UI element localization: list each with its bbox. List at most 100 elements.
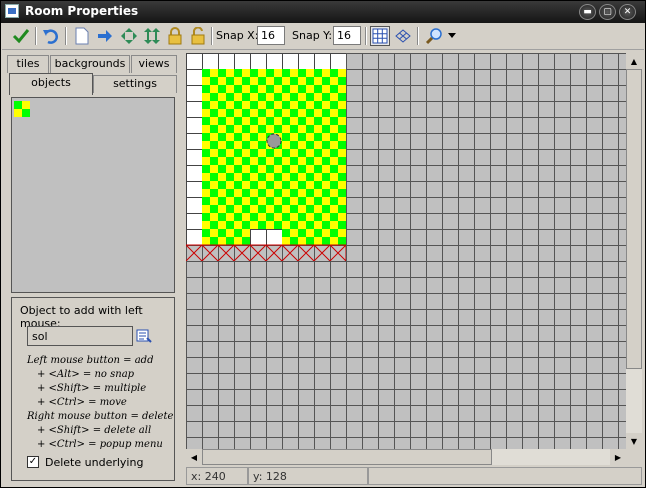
sol-object-instance[interactable] <box>314 181 330 197</box>
sol-object-instance[interactable] <box>282 165 298 181</box>
sol-object-instance[interactable] <box>250 197 266 213</box>
sol-object-instance[interactable] <box>314 229 330 245</box>
unlock-icon[interactable] <box>188 26 208 46</box>
sol-object-instance[interactable] <box>266 181 282 197</box>
sol-object-instance[interactable] <box>314 213 330 229</box>
sol-object-instance[interactable] <box>330 69 346 85</box>
sol-object-instance[interactable] <box>330 85 346 101</box>
sol-object-instance[interactable] <box>266 197 282 213</box>
scroll-right-button[interactable]: ▶ <box>610 449 626 465</box>
sol-object-instance[interactable] <box>298 133 314 149</box>
sol-object-instance[interactable] <box>314 69 330 85</box>
scroll-left-button[interactable]: ◀ <box>186 449 202 465</box>
sol-object-instance[interactable] <box>218 149 234 165</box>
sol-object-instance[interactable] <box>250 133 266 149</box>
sol-object-instance[interactable] <box>314 165 330 181</box>
sol-object-instance[interactable] <box>202 69 218 85</box>
sol-object-instance[interactable] <box>330 101 346 117</box>
sol-object-instance[interactable] <box>218 117 234 133</box>
sol-object-instance[interactable] <box>234 69 250 85</box>
sol-object-instance[interactable] <box>250 117 266 133</box>
sol-object-instance[interactable] <box>282 133 298 149</box>
sol-object-instance[interactable] <box>202 149 218 165</box>
sol-object-instance[interactable] <box>250 85 266 101</box>
sol-object-instance[interactable] <box>282 117 298 133</box>
scroll-up-button[interactable]: ▲ <box>626 53 642 69</box>
sol-object-instance[interactable] <box>250 69 266 85</box>
sol-object-instance[interactable] <box>234 101 250 117</box>
sol-object-instance[interactable] <box>234 149 250 165</box>
sol-object-instance[interactable] <box>202 213 218 229</box>
sol-object-instance[interactable] <box>234 85 250 101</box>
sol-object-instance[interactable] <box>234 197 250 213</box>
lock-icon[interactable] <box>165 26 185 46</box>
sol-object-instance[interactable] <box>282 69 298 85</box>
delete-underlying-checkbox[interactable]: ✓ <box>27 456 39 468</box>
sol-object-instance[interactable] <box>202 85 218 101</box>
clear-icon[interactable] <box>72 26 92 46</box>
sol-object-instance[interactable] <box>314 133 330 149</box>
sol-object-instance[interactable] <box>330 117 346 133</box>
sol-object-instance[interactable] <box>282 197 298 213</box>
sol-object-instance[interactable] <box>266 69 282 85</box>
sol-object-instance[interactable] <box>298 213 314 229</box>
horizontal-scrollbar[interactable]: ◀ ▶ <box>186 449 626 465</box>
undo-icon[interactable] <box>41 26 61 46</box>
tab-views[interactable]: views <box>131 55 177 73</box>
sol-object-instance[interactable] <box>330 149 346 165</box>
sol-object-instance[interactable] <box>314 101 330 117</box>
sol-object-instance[interactable] <box>298 101 314 117</box>
sol-object-instance[interactable] <box>250 165 266 181</box>
placed-objects-layer[interactable] <box>186 53 346 261</box>
snap-x-input[interactable]: 16 <box>257 26 285 45</box>
sol-object-instance[interactable] <box>202 133 218 149</box>
zoom-icon[interactable] <box>424 26 444 46</box>
sol-object-instance[interactable] <box>234 165 250 181</box>
sol-object-instance[interactable] <box>218 101 234 117</box>
sol-object-instance[interactable] <box>266 213 282 229</box>
sol-object-instance[interactable] <box>330 165 346 181</box>
sol-object-instance[interactable] <box>330 197 346 213</box>
sol-object-instance[interactable] <box>330 213 346 229</box>
sol-object-instance[interactable] <box>218 197 234 213</box>
sol-object-instance[interactable] <box>218 181 234 197</box>
sol-object-instance[interactable] <box>282 85 298 101</box>
sol-object-instance[interactable] <box>314 117 330 133</box>
shift-icon[interactable] <box>95 26 115 46</box>
maximize-button[interactable]: ▢ <box>599 4 616 20</box>
sol-object-instance[interactable] <box>298 181 314 197</box>
sol-object-instance[interactable] <box>202 229 218 245</box>
grid-icon[interactable] <box>370 26 390 46</box>
vertical-scrollbar[interactable]: ▲ ▼ <box>626 53 642 449</box>
object-thumbnail[interactable] <box>14 101 30 117</box>
sol-object-instance[interactable] <box>298 229 314 245</box>
tab-settings[interactable]: settings <box>93 75 177 93</box>
sol-object-instance[interactable] <box>314 85 330 101</box>
sol-object-instance[interactable] <box>218 229 234 245</box>
snap-y-input[interactable]: 16 <box>333 26 361 45</box>
sol-object-instance[interactable] <box>218 69 234 85</box>
sol-object-instance[interactable] <box>250 101 266 117</box>
spread-horizontal-icon[interactable] <box>119 26 139 46</box>
sol-object-instance[interactable] <box>298 149 314 165</box>
sol-object-instance[interactable] <box>298 69 314 85</box>
sol-object-instance[interactable] <box>298 197 314 213</box>
sol-object-instance[interactable] <box>298 85 314 101</box>
sol-object-instance[interactable] <box>202 181 218 197</box>
sol-object-instance[interactable] <box>298 165 314 181</box>
vertical-scroll-thumb[interactable] <box>626 69 642 369</box>
sol-object-instance[interactable] <box>250 181 266 197</box>
object-list[interactable] <box>11 97 175 293</box>
object-menu-icon[interactable] <box>136 328 152 344</box>
room-canvas[interactable] <box>186 53 626 449</box>
scroll-down-button[interactable]: ▼ <box>626 433 642 449</box>
tab-objects[interactable]: objects <box>9 73 93 95</box>
horizontal-scroll-thumb[interactable] <box>202 449 492 465</box>
sol-object-instance[interactable] <box>202 165 218 181</box>
sol-object-instance[interactable] <box>314 197 330 213</box>
spread-vertical-icon[interactable] <box>142 26 162 46</box>
tab-backgrounds[interactable]: backgrounds <box>50 55 130 73</box>
sol-object-instance[interactable] <box>266 165 282 181</box>
sol-object-instance[interactable] <box>202 101 218 117</box>
close-button[interactable]: ✕ <box>619 4 636 20</box>
